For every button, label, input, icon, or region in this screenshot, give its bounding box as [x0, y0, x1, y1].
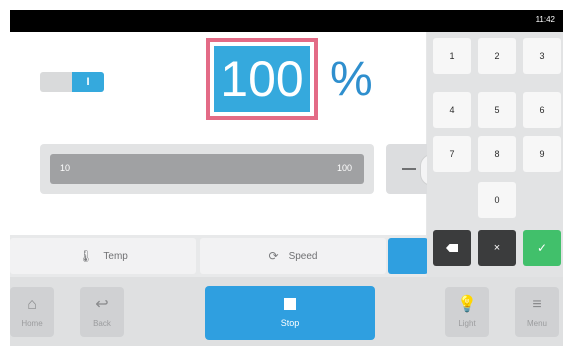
- home-button[interactable]: ⌂ Home: [10, 287, 54, 337]
- bottom-bar: ⌂ Home ↩ Back Stop 💡 Light ≡ Menu: [10, 277, 563, 346]
- key-8[interactable]: 8: [478, 136, 516, 172]
- key-5[interactable]: 5: [478, 92, 516, 128]
- home-label: Home: [21, 318, 43, 328]
- lightbulb-icon: 💡: [457, 295, 477, 313]
- key-7[interactable]: 7: [433, 136, 471, 172]
- range-max-label: 100: [336, 163, 352, 173]
- tab-speed-label: Speed: [288, 250, 318, 262]
- key-3[interactable]: 3: [523, 38, 561, 74]
- status-time: 11:42: [535, 15, 555, 24]
- thermometer-icon: 🌡: [78, 249, 94, 263]
- toggle-knob: I: [72, 72, 104, 92]
- light-button[interactable]: 💡 Light: [445, 287, 489, 337]
- range-track: 10 100: [40, 144, 374, 194]
- device-frame: 11:42 I 100 % 10 100 🌡 Temp ⟳ Speed 1 2 …: [10, 10, 563, 346]
- stop-icon: [284, 298, 296, 310]
- value-selection: 100: [214, 46, 310, 112]
- backspace-icon: [446, 244, 458, 252]
- minus-icon: [402, 168, 416, 170]
- value-display[interactable]: 100: [206, 38, 318, 120]
- value-text: 100: [220, 51, 304, 107]
- tab-temp-label: Temp: [103, 250, 128, 262]
- numeric-keypad: 1 2 3 4 5 6 7 8 9 0 × ✓: [427, 32, 563, 277]
- stop-button[interactable]: Stop: [205, 286, 375, 340]
- stop-label: Stop: [280, 318, 300, 328]
- home-icon: ⌂: [27, 295, 37, 313]
- back-button[interactable]: ↩ Back: [80, 287, 124, 337]
- mode-tabs: 🌡 Temp ⟳ Speed: [10, 235, 428, 277]
- clear-button[interactable]: ×: [478, 230, 516, 266]
- light-label: Light: [458, 318, 476, 328]
- key-9[interactable]: 9: [523, 136, 561, 172]
- key-6[interactable]: 6: [523, 92, 561, 128]
- tab-active-indicator[interactable]: [388, 238, 428, 274]
- key-4[interactable]: 4: [433, 92, 471, 128]
- confirm-button[interactable]: ✓: [523, 230, 561, 266]
- key-2[interactable]: 2: [478, 38, 516, 74]
- menu-label: Menu: [526, 318, 547, 328]
- refresh-icon: ⟳: [268, 249, 279, 263]
- main-panel: I 100 % 10 100: [10, 32, 444, 235]
- backspace-button[interactable]: [433, 230, 471, 266]
- menu-button[interactable]: ≡ Menu: [515, 287, 559, 337]
- tab-temp[interactable]: 🌡 Temp: [10, 238, 196, 274]
- menu-icon: ≡: [532, 295, 542, 313]
- unit-label: %: [330, 53, 373, 106]
- key-1[interactable]: 1: [433, 38, 471, 74]
- power-toggle[interactable]: I: [40, 72, 104, 92]
- range-min-label: 10: [60, 163, 71, 173]
- close-icon: ×: [493, 242, 501, 254]
- check-icon: ✓: [536, 241, 548, 255]
- back-icon: ↩: [95, 295, 109, 313]
- back-label: Back: [93, 318, 111, 328]
- status-bar: 11:42: [10, 10, 563, 32]
- tab-speed[interactable]: ⟳ Speed: [200, 238, 386, 274]
- range-bar[interactable]: 10 100: [50, 154, 364, 184]
- key-0[interactable]: 0: [478, 182, 516, 218]
